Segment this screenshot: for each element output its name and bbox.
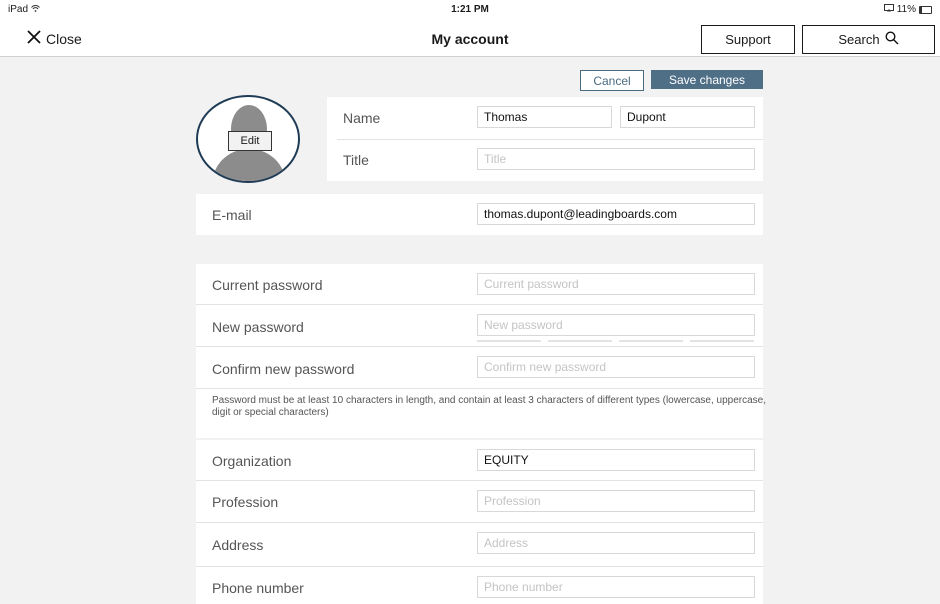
- phone-label: Phone number: [212, 580, 304, 596]
- divider: [196, 480, 763, 481]
- confirm-password-label: Confirm new password: [212, 361, 355, 377]
- password-strength-bar-1: [477, 340, 541, 342]
- account-form: Cancel Save changes Name Title Edit E-ma…: [0, 57, 940, 604]
- close-label: Close: [46, 30, 82, 47]
- profession-field[interactable]: [477, 490, 755, 512]
- search-label: Search: [838, 32, 880, 47]
- close-icon: [26, 29, 42, 48]
- profession-label: Profession: [212, 494, 279, 510]
- organization-field[interactable]: [477, 449, 755, 471]
- divider: [196, 388, 763, 389]
- divider: [337, 139, 763, 140]
- divider: [196, 304, 763, 305]
- avatar-circle: Edit: [196, 95, 300, 183]
- current-password-label: Current password: [212, 277, 323, 293]
- phone-field[interactable]: [477, 576, 755, 598]
- search-icon: [885, 31, 899, 48]
- first-name-field[interactable]: [477, 106, 612, 128]
- password-strength-bar-4: [690, 340, 754, 342]
- status-bar: iPad 1:21 PM 11%: [0, 0, 940, 20]
- clock: 1:21 PM: [451, 4, 489, 15]
- search-button[interactable]: Search: [802, 25, 935, 54]
- password-hint: Password must be at least 10 characters …: [212, 395, 767, 418]
- cancel-button[interactable]: Cancel: [580, 70, 644, 91]
- confirm-password-field[interactable]: [477, 356, 755, 378]
- new-password-label: New password: [212, 319, 304, 335]
- page-title: My account: [431, 31, 509, 47]
- divider: [196, 566, 763, 567]
- support-button[interactable]: Support: [701, 25, 795, 54]
- avatar-body: [212, 149, 286, 181]
- address-label: Address: [212, 537, 264, 553]
- divider: [196, 522, 763, 523]
- password-strength-bar-3: [619, 340, 683, 342]
- last-name-field[interactable]: [620, 106, 755, 128]
- organization-label: Organization: [212, 453, 292, 469]
- support-label: Support: [725, 32, 771, 47]
- screen-mirror-icon: [883, 4, 894, 15]
- save-changes-button[interactable]: Save changes: [651, 70, 763, 89]
- current-password-field[interactable]: [477, 273, 755, 295]
- name-label: Name: [343, 110, 381, 126]
- new-password-field[interactable]: [477, 314, 755, 336]
- divider: [196, 346, 763, 347]
- email-label: E-mail: [212, 207, 252, 223]
- nav-bar: Close My account Support Search: [0, 20, 940, 57]
- battery-icon: [919, 5, 932, 14]
- email-field[interactable]: [477, 203, 755, 225]
- status-right: 11%: [883, 4, 932, 15]
- close-button[interactable]: Close: [26, 29, 82, 48]
- battery-percent: 11%: [896, 4, 916, 15]
- address-field[interactable]: [477, 532, 755, 554]
- password-strength-bar-2: [548, 340, 612, 342]
- title-field[interactable]: [477, 148, 755, 170]
- title-label: Title: [343, 152, 369, 168]
- avatar: Edit: [196, 95, 300, 183]
- edit-avatar-button[interactable]: Edit: [228, 131, 272, 151]
